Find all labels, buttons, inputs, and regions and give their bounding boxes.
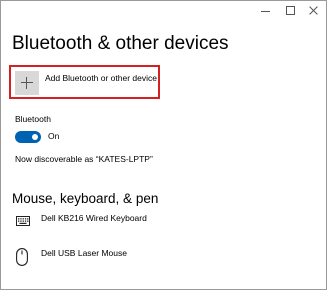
device-item-mouse[interactable]: Dell USB Laser Mouse [11,244,241,270]
section-heading-mouse-keyboard-pen: Mouse, keyboard, & pen [12,191,159,206]
keyboard-icon [16,213,30,231]
device-item-keyboard[interactable]: Dell KB216 Wired Keyboard [11,209,241,229]
device-name: Dell USB Laser Mouse [41,248,127,258]
plus-icon [15,71,39,95]
settings-window: Bluetooth & other devices Add Bluetooth … [0,0,327,290]
bluetooth-label: Bluetooth [15,114,51,124]
bluetooth-toggle-state: On [48,131,60,141]
bluetooth-toggle[interactable] [15,131,41,143]
maximize-icon[interactable] [285,5,297,17]
page-title: Bluetooth & other devices [12,33,229,54]
close-icon[interactable] [308,5,320,17]
toggle-knob [32,134,38,140]
discoverable-status: Now discoverable as “KATES-LPTP” [15,154,153,164]
add-device-button[interactable]: Add Bluetooth or other device [9,65,160,99]
mouse-icon [16,248,28,271]
add-device-label: Add Bluetooth or other device [45,73,157,83]
title-bar [1,1,326,21]
minimize-icon[interactable] [260,5,272,17]
device-name: Dell KB216 Wired Keyboard [41,213,147,223]
